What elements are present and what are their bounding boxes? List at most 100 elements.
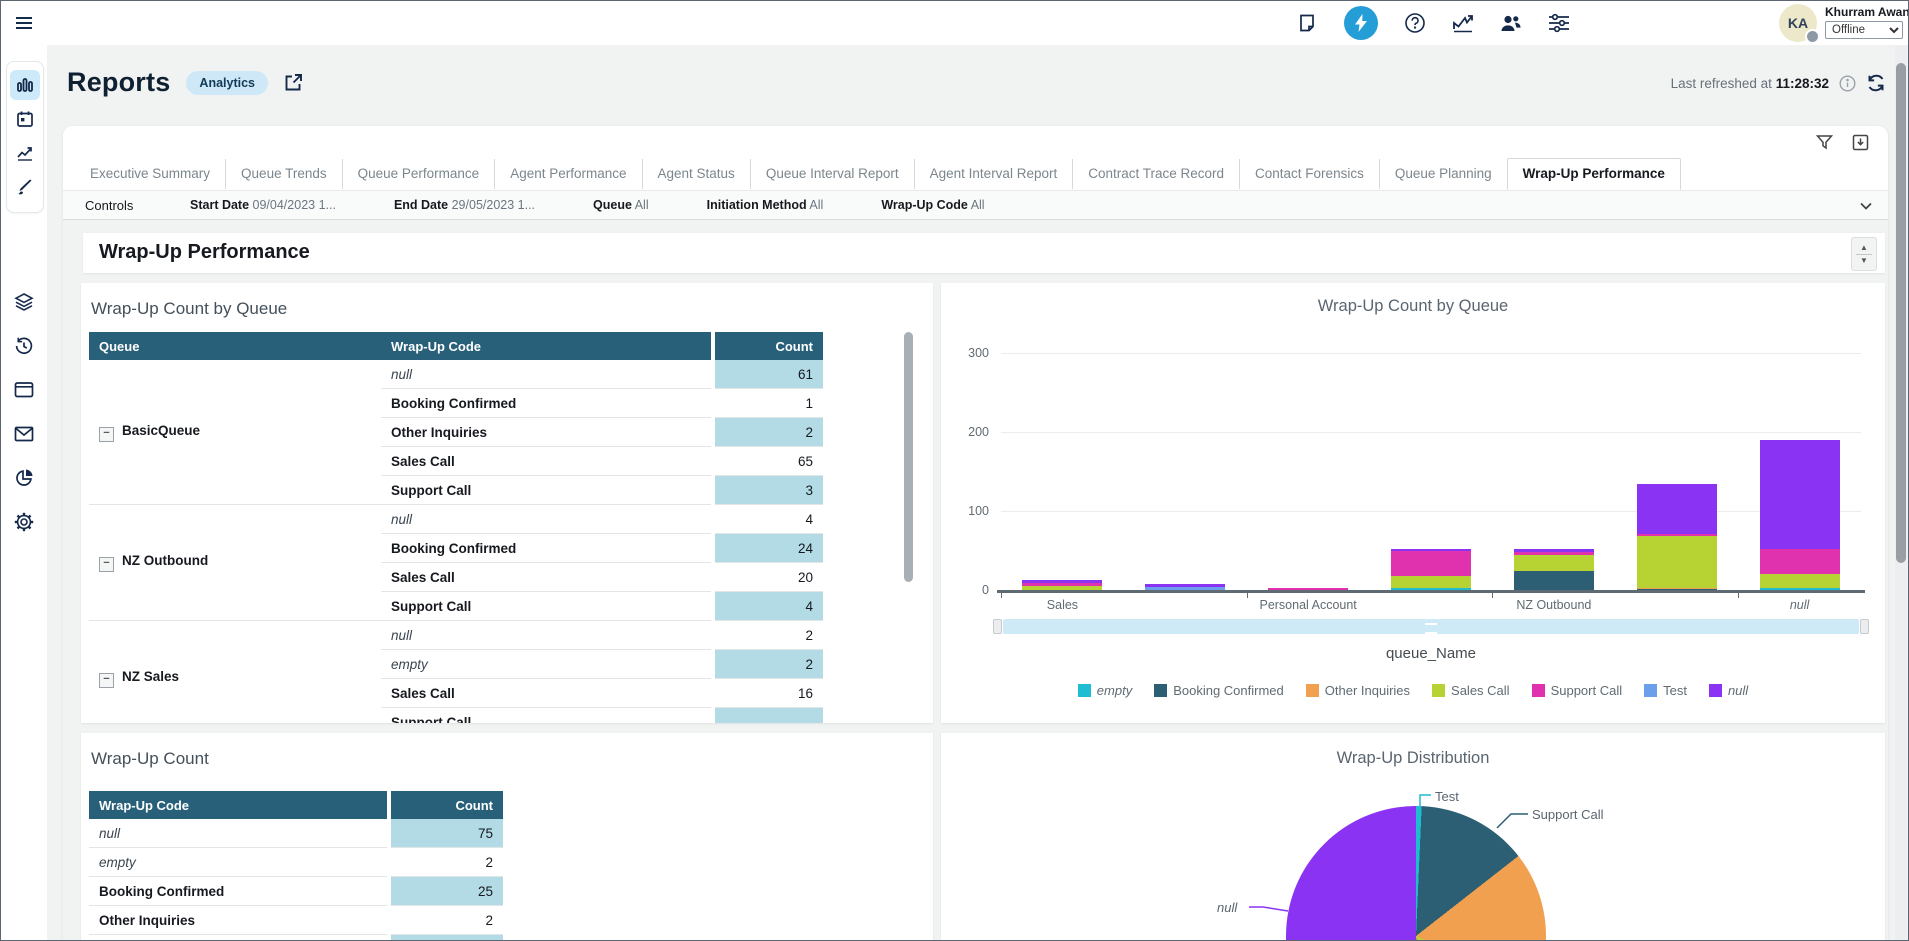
- tab-contact-forensics[interactable]: Contact Forensics: [1239, 159, 1379, 189]
- queue-group-cell[interactable]: −NZ Outbound: [89, 505, 381, 621]
- zoom-handle[interactable]: [1860, 619, 1869, 634]
- table-header-cell[interactable]: Count: [715, 332, 823, 360]
- x-axis-label-null[interactable]: null: [1730, 598, 1870, 612]
- bar-segment-sales-call[interactable]: [1022, 586, 1102, 590]
- count-cell[interactable]: 2: [391, 848, 503, 877]
- wrapup-code-cell[interactable]: null: [381, 360, 711, 389]
- wrapup-code-cell[interactable]: null: [381, 505, 711, 534]
- refresh-icon[interactable]: [1866, 73, 1886, 93]
- filter-icon[interactable]: [1816, 134, 1834, 152]
- stacked-bar-sales[interactable]: [1022, 580, 1102, 590]
- legend-item-other-inquiries[interactable]: Other Inquiries: [1306, 683, 1410, 698]
- count-cell[interactable]: 3: [715, 476, 823, 505]
- stacked-bar-null[interactable]: [1760, 440, 1840, 590]
- control-filter-end-date[interactable]: End Date 29/05/2023 1...: [394, 198, 535, 212]
- sidebar-item-gear-icon[interactable]: [9, 507, 39, 537]
- count-cell[interactable]: 25: [391, 877, 503, 906]
- bar-segment-null[interactable]: [1637, 484, 1717, 534]
- count-cell[interactable]: 2: [715, 650, 823, 679]
- tab-queue-trends[interactable]: Queue Trends: [225, 159, 342, 189]
- wrapup-code-cell[interactable]: Booking Confirmed: [89, 877, 387, 906]
- page-scrollbar-thumb[interactable]: [1896, 63, 1906, 563]
- control-filter-wrap-up-code[interactable]: Wrap-Up Code All: [881, 198, 984, 212]
- control-filter-start-date[interactable]: Start Date 09/04/2023 1...: [190, 198, 336, 212]
- chevron-down-icon[interactable]: [1858, 198, 1874, 214]
- zoom-grip[interactable]: [1425, 623, 1437, 634]
- count-cell[interactable]: 4: [715, 505, 823, 534]
- wrapup-code-cell[interactable]: Other Inquiries: [89, 906, 387, 935]
- bar-segment-sales-call[interactable]: [1514, 555, 1594, 571]
- info-icon[interactable]: [1839, 75, 1856, 92]
- tab-contract-trace-record[interactable]: Contract Trace Record: [1072, 159, 1239, 189]
- sidebar-item-calendar-icon[interactable]: [10, 104, 40, 134]
- wrapup-code-cell[interactable]: Sales Call: [381, 563, 711, 592]
- external-link-icon[interactable]: [284, 73, 303, 92]
- zoom-handle[interactable]: [993, 619, 1002, 634]
- collapse-group-icon[interactable]: −: [99, 557, 114, 572]
- users-icon[interactable]: [1500, 12, 1522, 34]
- sidebar-item-bar-chart-icon[interactable]: [10, 70, 40, 100]
- x-axis-label-nz-outbound[interactable]: NZ Outbound: [1484, 598, 1624, 612]
- control-filter-initiation-method[interactable]: Initiation Method All: [707, 198, 824, 212]
- bar-segment-sales-call[interactable]: [1637, 536, 1717, 587]
- stacked-bar-unlabeled-3[interactable]: [1391, 549, 1471, 590]
- control-filter-queue[interactable]: Queue All: [593, 198, 649, 212]
- legend-item-test[interactable]: Test: [1644, 683, 1687, 698]
- wrapup-code-cell[interactable]: Sales Call: [89, 935, 387, 941]
- wrapup-code-cell[interactable]: Sales Call: [381, 679, 711, 708]
- wrapup-code-cell[interactable]: Support Call: [381, 476, 711, 505]
- sidebar-item-layers-icon[interactable]: [9, 287, 39, 317]
- panel-spinner-control[interactable]: ▲ ▼: [1851, 237, 1877, 271]
- chart-data-zoom-bar[interactable]: [1003, 619, 1859, 634]
- bar-segment-booking-confirmed[interactable]: [1637, 589, 1717, 590]
- wrapup-code-cell[interactable]: Support Call: [381, 592, 711, 621]
- table-header-cell[interactable]: Wrap-Up Code: [381, 332, 711, 360]
- wrapup-code-cell[interactable]: empty: [89, 848, 387, 877]
- legend-item-empty[interactable]: empty: [1078, 683, 1132, 698]
- bar-segment-booking-confirmed[interactable]: [1514, 571, 1594, 590]
- page-scrollbar[interactable]: [1895, 45, 1907, 941]
- tab-agent-performance[interactable]: Agent Performance: [494, 159, 641, 189]
- sidebar-item-pie-chart-icon[interactable]: [9, 463, 39, 493]
- bar-segment-null[interactable]: [1760, 440, 1840, 549]
- tab-executive-summary[interactable]: Executive Summary: [75, 159, 225, 189]
- count-cell[interactable]: [715, 708, 823, 724]
- pie-chart[interactable]: [1286, 806, 1546, 941]
- count-cell[interactable]: 24: [715, 534, 823, 563]
- user-avatar[interactable]: KA: [1779, 4, 1819, 44]
- collapse-group-icon[interactable]: −: [99, 673, 114, 688]
- sidebar-item-mail-icon[interactable]: [9, 419, 39, 449]
- table-header-cell[interactable]: Count: [391, 791, 503, 819]
- wrapup-code-cell[interactable]: null: [89, 819, 387, 848]
- sidebar-item-window-icon[interactable]: [9, 375, 39, 405]
- count-cell[interactable]: 4: [715, 592, 823, 621]
- metrics-icon[interactable]: [1452, 12, 1474, 34]
- bolt-icon[interactable]: [1344, 6, 1378, 40]
- legend-item-sales-call[interactable]: Sales Call: [1432, 683, 1510, 698]
- queue-group-cell[interactable]: −NZ Sales: [89, 621, 381, 724]
- wrapup-code-cell[interactable]: Support Call: [381, 708, 711, 724]
- tab-agent-status[interactable]: Agent Status: [642, 159, 750, 189]
- collapse-group-icon[interactable]: −: [99, 427, 114, 442]
- status-select[interactable]: Offline: [1825, 21, 1903, 39]
- table-scrollbar[interactable]: [904, 332, 913, 582]
- wrapup-code-cell[interactable]: Other Inquiries: [381, 418, 711, 447]
- bar-segment-support-call[interactable]: [1268, 588, 1348, 590]
- tab-queue-interval-report[interactable]: Queue Interval Report: [750, 159, 914, 189]
- wrapup-code-cell[interactable]: Booking Confirmed: [381, 389, 711, 418]
- legend-item-support-call[interactable]: Support Call: [1532, 683, 1623, 698]
- stacked-bar-nz-outbound[interactable]: [1514, 549, 1594, 590]
- table-header-cell[interactable]: Wrap-Up Code: [89, 791, 387, 819]
- wrapup-code-cell[interactable]: Booking Confirmed: [381, 534, 711, 563]
- bar-segment-test[interactable]: [1145, 587, 1225, 590]
- table-header-cell[interactable]: Queue: [89, 332, 381, 360]
- bar-segment-empty[interactable]: [1391, 588, 1471, 590]
- count-cell[interactable]: 20: [715, 563, 823, 592]
- help-icon[interactable]: [1404, 12, 1426, 34]
- stacked-bar-unlabeled-5[interactable]: [1637, 484, 1717, 590]
- count-cell[interactable]: 65: [715, 447, 823, 476]
- wrapup-code-cell[interactable]: Sales Call: [381, 447, 711, 476]
- bar-segment-support-call[interactable]: [1760, 549, 1840, 574]
- sidebar-item-designer-icon[interactable]: [10, 172, 40, 202]
- hamburger-menu-icon[interactable]: [14, 13, 34, 33]
